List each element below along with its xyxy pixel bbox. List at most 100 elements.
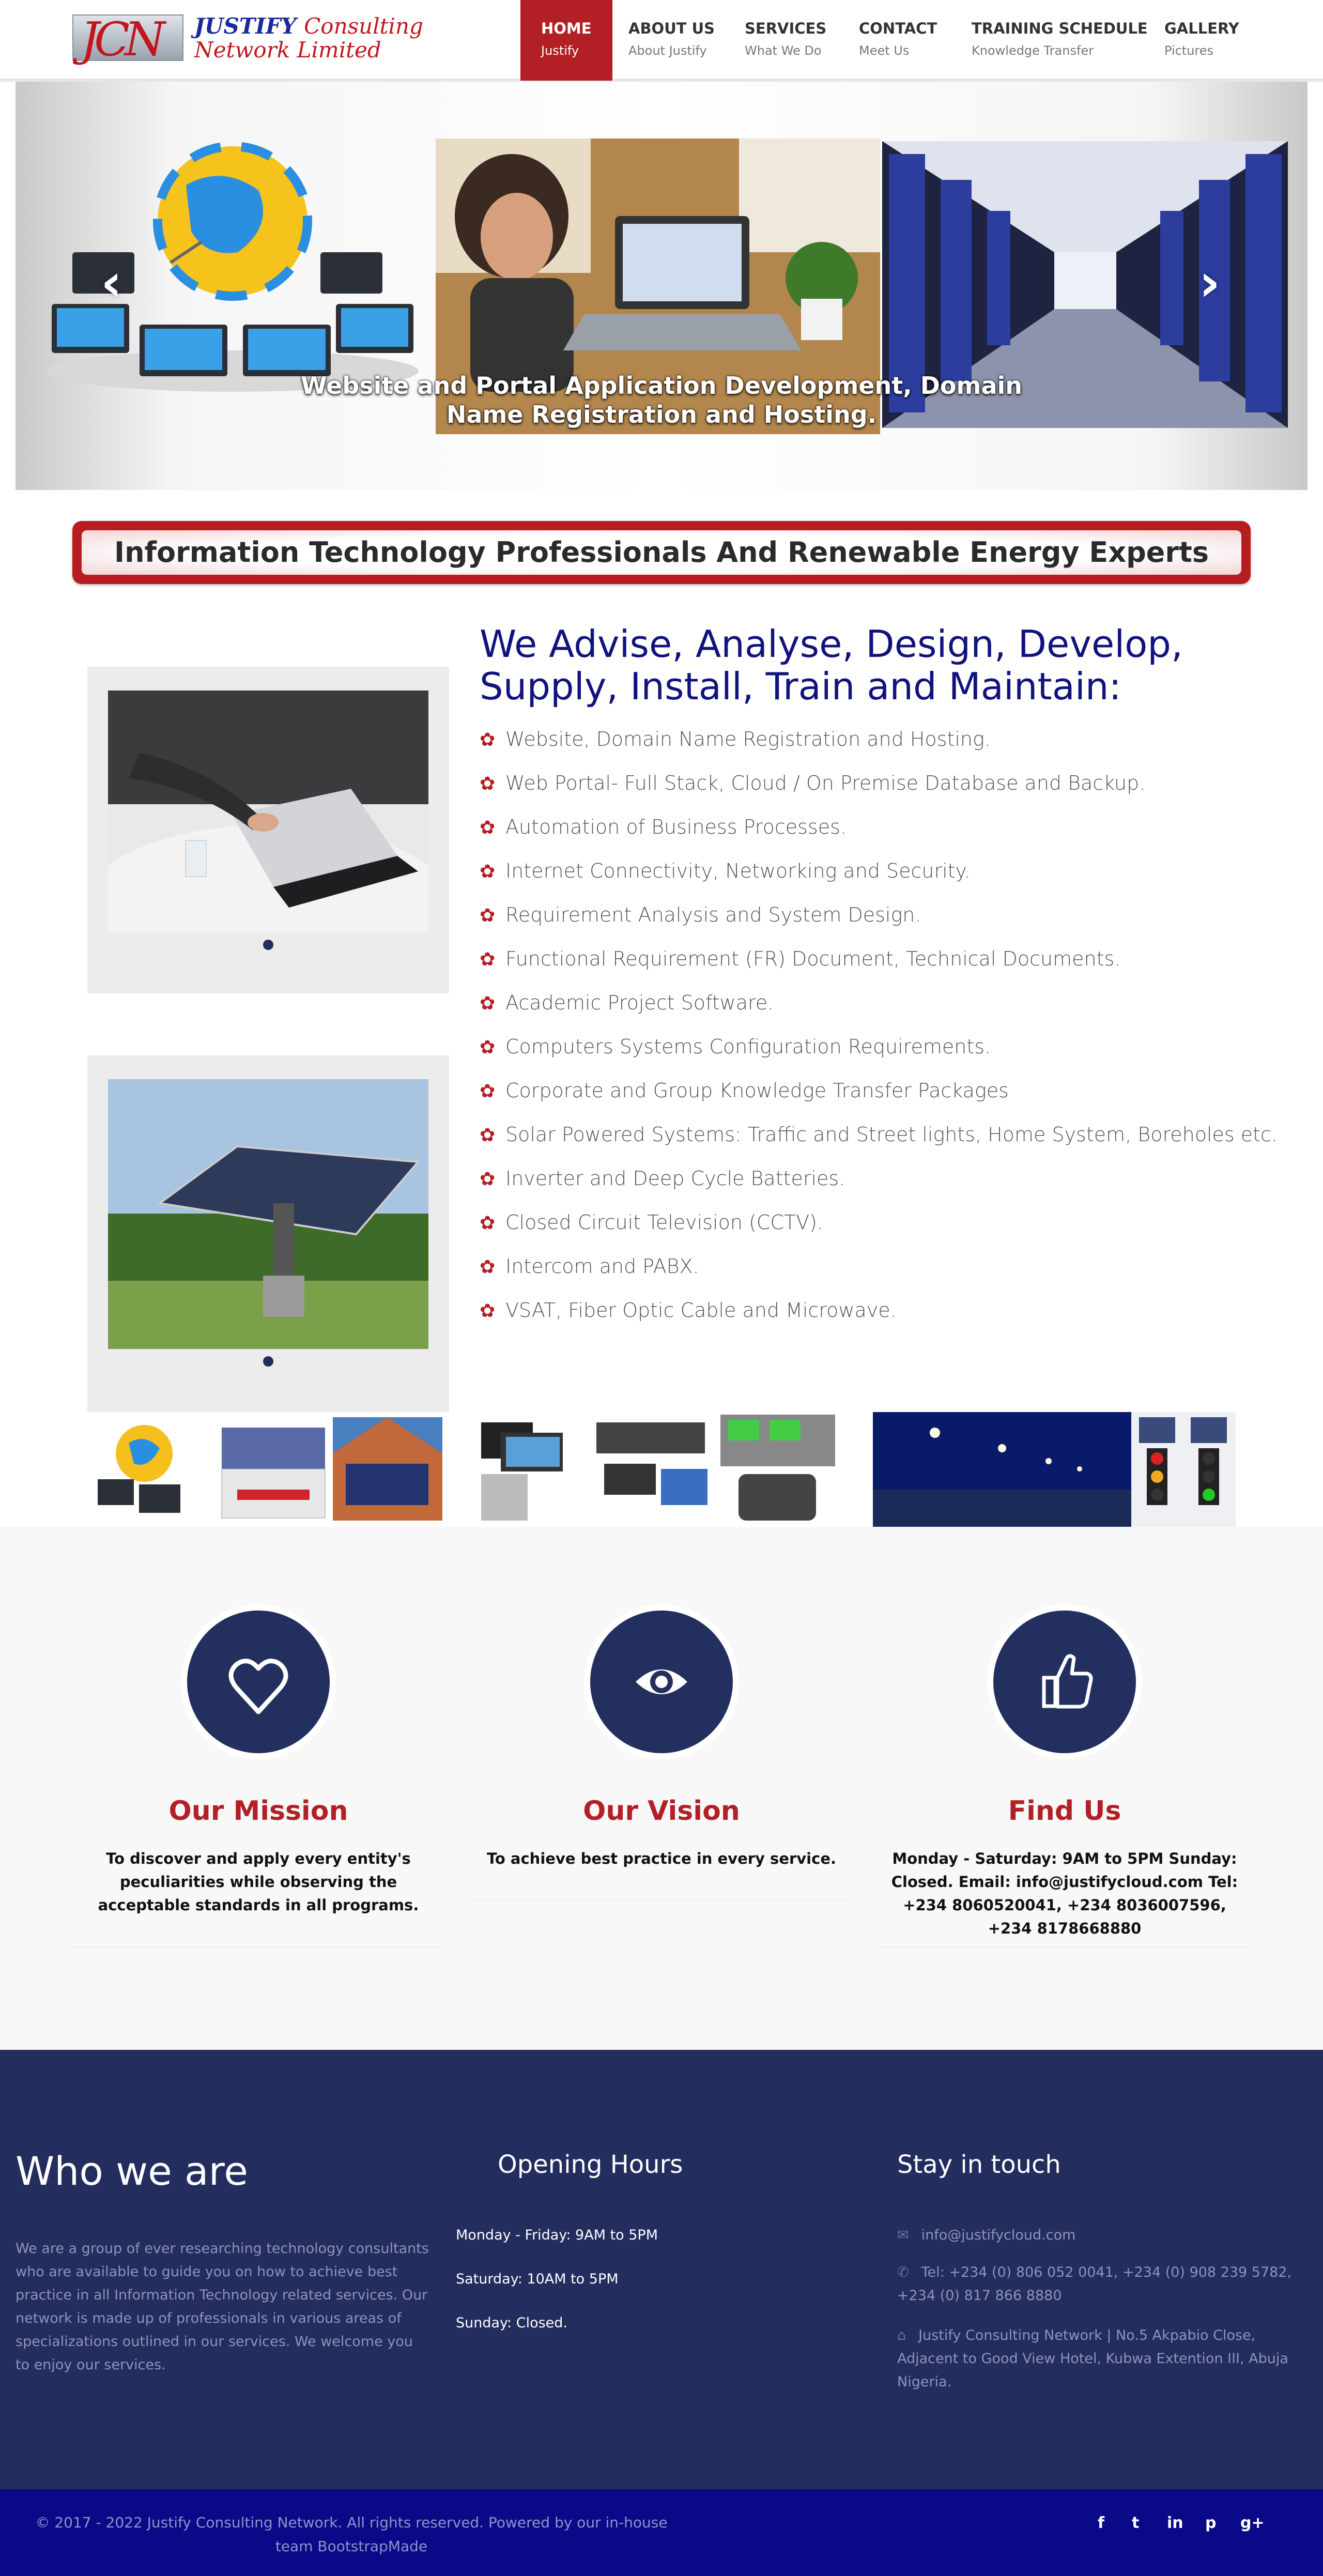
logo-title-line2: Network Limited <box>194 37 381 63</box>
phone-icon: ✆ <box>897 2264 909 2280</box>
pinterest-icon[interactable]: p <box>1205 2514 1216 2532</box>
service-item: ✿ Academic Project Software. <box>480 991 774 1014</box>
image-card-meeting <box>87 667 449 993</box>
feature-divider <box>72 1946 444 1948</box>
hero-caption: Website and Portal Application Developme… <box>300 372 1023 428</box>
contact-phone: ✆ Tel: +234 (0) 806 052 0041, +234 (0) 90… <box>897 2264 1292 2304</box>
gear-icon: ✿ <box>480 1256 496 1278</box>
contact-email[interactable]: ✉ info@justifycloud.com <box>897 2224 1300 2247</box>
gear-icon: ✿ <box>480 993 496 1014</box>
nav-about[interactable]: ABOUT US About Justify <box>628 0 715 81</box>
copyright-bar: © 2017 - 2022 Justify Consulting Network… <box>0 2489 1323 2576</box>
carousel-next-arrow[interactable]: › <box>1199 252 1220 313</box>
feature-icon-circle <box>987 1604 1142 1759</box>
nav-training[interactable]: TRAINING SCHEDULE Knowledge Transfer <box>972 0 1148 81</box>
thumbs-up-icon <box>1042 1654 1093 1709</box>
service-item: ✿ Solar Powered Systems: Traffic and Stre… <box>480 1123 1278 1146</box>
service-item: ✿ Requirement Analysis and System Design. <box>480 903 921 926</box>
meeting-laptop-image <box>108 691 428 932</box>
feature-title: Our Vision <box>583 1796 740 1827</box>
tagline-banner: Information Technology Professionals And… <box>72 521 1251 584</box>
who-we-are-text: We are a group of ever researching techn… <box>16 2241 429 2373</box>
footer: Who we are We are a group of ever resear… <box>0 2050 1323 2489</box>
who-we-are-title: Who we are <box>16 2148 248 2194</box>
nav-gallery-sub: Pictures <box>1164 43 1214 58</box>
nav-about-label: ABOUT US <box>628 20 715 37</box>
nav-home-sub: Justify <box>541 43 579 58</box>
feature-icon-circle <box>584 1604 739 1759</box>
hours-sunday: Sunday: Closed. <box>456 2315 568 2331</box>
feature-icon-circle <box>181 1604 336 1759</box>
hero-carousel: ‹ › Website and Portal Application Devel… <box>16 82 1307 490</box>
carousel-prev-arrow[interactable]: ‹ <box>101 252 122 313</box>
service-item: ✿ Functional Requirement (FR) Document, T… <box>480 947 1121 970</box>
tagline-text: Information Technology Professionals And… <box>82 530 1241 575</box>
nav-services[interactable]: SERVICES What We Do <box>745 0 826 81</box>
logo-mark: JCN <box>72 12 183 67</box>
nav-services-sub: What We Do <box>745 43 822 58</box>
gear-icon: ✿ <box>480 949 496 970</box>
card-indicator-dot[interactable] <box>263 940 273 950</box>
gear-icon: ✿ <box>480 1169 496 1190</box>
feature-text: Monday - Saturday: 9AM to 5PM Sunday: Cl… <box>891 1850 1238 1937</box>
opening-hours-title: Opening Hours <box>498 2150 683 2179</box>
service-item: ✿ Closed Circuit Television (CCTV). <box>480 1211 823 1234</box>
facebook-icon[interactable]: f <box>1098 2514 1104 2532</box>
copyright-text: © 2017 - 2022 Justify Consulting Network… <box>35 2514 668 2555</box>
feature-divider <box>475 1900 848 1901</box>
top-navbar: JCN JUSTIFY Consulting Network Limited H… <box>0 0 1323 82</box>
feature-text: To discover and apply every entity's pec… <box>98 1850 419 1914</box>
nav-services-label: SERVICES <box>745 20 827 37</box>
gear-icon: ✿ <box>480 729 496 750</box>
service-item: ✿ Automation of Business Processes. <box>480 816 847 838</box>
gear-icon: ✿ <box>480 1037 496 1058</box>
nav-training-sub: Knowledge Transfer <box>972 43 1094 58</box>
gear-icon: ✿ <box>480 905 496 926</box>
card-indicator-dot[interactable] <box>263 1356 273 1367</box>
nav-home[interactable]: HOME Justify <box>520 0 612 81</box>
service-item: ✿ Website, Domain Name Registration and H… <box>480 728 991 750</box>
solar-panel-image <box>108 1079 428 1349</box>
heart-icon <box>228 1659 288 1714</box>
feature-divider <box>879 1946 1251 1948</box>
nav-about-sub: About Justify <box>628 43 707 58</box>
nav-home-label: HOME <box>541 20 592 37</box>
hours-weekday: Monday - Friday: 9AM to 5PM <box>456 2227 658 2243</box>
nav-contact-sub: Meet Us <box>859 43 910 58</box>
logo[interactable]: JCN JUSTIFY Consulting Network Limited <box>72 10 424 67</box>
twitter-icon[interactable]: t <box>1132 2514 1139 2532</box>
contact-address: ⌂ Justify Consulting Network | No.5 Akpab… <box>897 2327 1288 2390</box>
eye-icon <box>636 1669 687 1694</box>
gear-icon: ✿ <box>480 861 496 882</box>
feature-title: Our Mission <box>168 1796 348 1827</box>
feature-text: To achieve best practice in every servic… <box>486 1850 837 1867</box>
nav-training-label: TRAINING SCHEDULE <box>972 20 1148 37</box>
features-section: Our Mission To discover and apply every … <box>0 1527 1323 2050</box>
envelope-icon: ✉ <box>897 2227 909 2243</box>
nav-contact[interactable]: CONTACT Meet Us <box>859 0 937 81</box>
nav-contact-label: CONTACT <box>859 20 937 37</box>
service-item: ✿ Corporate and Group Knowledge Transfer … <box>480 1079 1009 1102</box>
image-card-solar <box>87 1055 449 1412</box>
gear-icon: ✿ <box>480 773 496 794</box>
service-item: ✿ Inverter and Deep Cycle Batteries. <box>480 1167 845 1190</box>
hours-saturday: Saturday: 10AM to 5PM <box>456 2271 619 2287</box>
service-item: ✿ Computers Systems Configuration Require… <box>480 1035 991 1058</box>
services-heading: We Advise, Analyse, Design, Develop, Sup… <box>480 622 1183 708</box>
gear-icon: ✿ <box>480 1300 496 1322</box>
stay-in-touch-title: Stay in touch <box>897 2150 1061 2179</box>
home-icon: ⌂ <box>897 2327 906 2343</box>
service-item: ✿ Internet Connectivity, Networking and S… <box>480 860 971 882</box>
linkedin-icon[interactable]: in <box>1167 2514 1183 2532</box>
nav-gallery[interactable]: GALLERY Pictures <box>1164 0 1239 81</box>
gear-icon: ✿ <box>480 1125 496 1146</box>
feature-title: Find Us <box>1008 1796 1121 1827</box>
logo-title-line1: JUSTIFY Consulting <box>194 13 423 39</box>
product-image-strip <box>98 1412 1236 1527</box>
service-item: ✿ Web Portal- Full Stack, Cloud / On Prem… <box>480 772 1146 794</box>
nav-gallery-label: GALLERY <box>1164 20 1239 37</box>
gear-icon: ✿ <box>480 1213 496 1234</box>
gear-icon: ✿ <box>480 1081 496 1102</box>
service-item: ✿ Intercom and PABX. <box>480 1255 699 1278</box>
google-plus-icon[interactable]: g+ <box>1240 2514 1265 2532</box>
